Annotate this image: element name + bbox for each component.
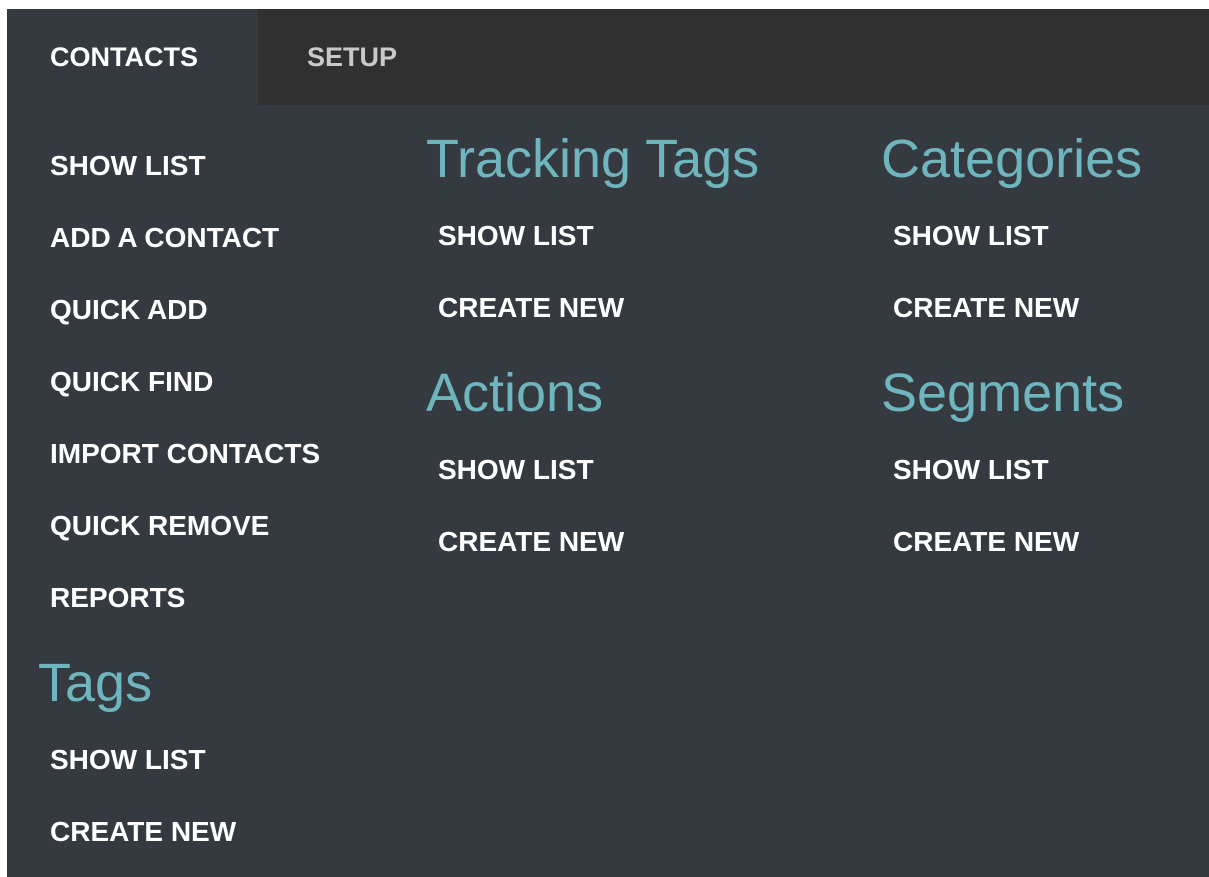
tags-create-new-link[interactable]: CREATE NEW bbox=[50, 816, 236, 848]
reports-link[interactable]: REPORTS bbox=[50, 582, 185, 614]
import-contacts-link[interactable]: IMPORT CONTACTS bbox=[50, 438, 320, 470]
tracking-tags-show-list-link[interactable]: SHOW LIST bbox=[438, 220, 594, 252]
quick-find-link[interactable]: QUICK FIND bbox=[50, 366, 213, 398]
tab-contacts[interactable]: CONTACTS bbox=[7, 9, 258, 105]
categories-show-list-link[interactable]: SHOW LIST bbox=[893, 220, 1049, 252]
segments-show-list-link[interactable]: SHOW LIST bbox=[893, 454, 1049, 486]
tab-bar: CONTACTS SETUP bbox=[7, 9, 1209, 105]
actions-heading: Actions bbox=[426, 363, 604, 423]
tags-show-list-link[interactable]: SHOW LIST bbox=[50, 744, 206, 776]
actions-create-new-link[interactable]: CREATE NEW bbox=[438, 526, 624, 558]
tab-setup[interactable]: SETUP bbox=[307, 9, 397, 105]
categories-create-new-link[interactable]: CREATE NEW bbox=[893, 292, 1079, 324]
actions-show-list-link[interactable]: SHOW LIST bbox=[438, 454, 594, 486]
segments-heading: Segments bbox=[881, 363, 1125, 423]
tags-heading: Tags bbox=[38, 653, 153, 713]
tracking-tags-heading: Tracking Tags bbox=[426, 129, 760, 189]
tab-contacts-label: CONTACTS bbox=[50, 41, 198, 72]
tab-setup-label: SETUP bbox=[307, 41, 398, 72]
quick-add-link[interactable]: QUICK ADD bbox=[50, 294, 208, 326]
segments-create-new-link[interactable]: CREATE NEW bbox=[893, 526, 1079, 558]
tracking-tags-create-new-link[interactable]: CREATE NEW bbox=[438, 292, 624, 324]
quick-remove-link[interactable]: QUICK REMOVE bbox=[50, 510, 269, 542]
categories-heading: Categories bbox=[881, 129, 1143, 189]
add-contact-link[interactable]: ADD A CONTACT bbox=[50, 222, 279, 254]
contacts-show-list-link[interactable]: SHOW LIST bbox=[50, 150, 206, 182]
contacts-dropdown-menu: CONTACTS SETUP SHOW LIST ADD A CONTACT Q… bbox=[7, 9, 1209, 877]
